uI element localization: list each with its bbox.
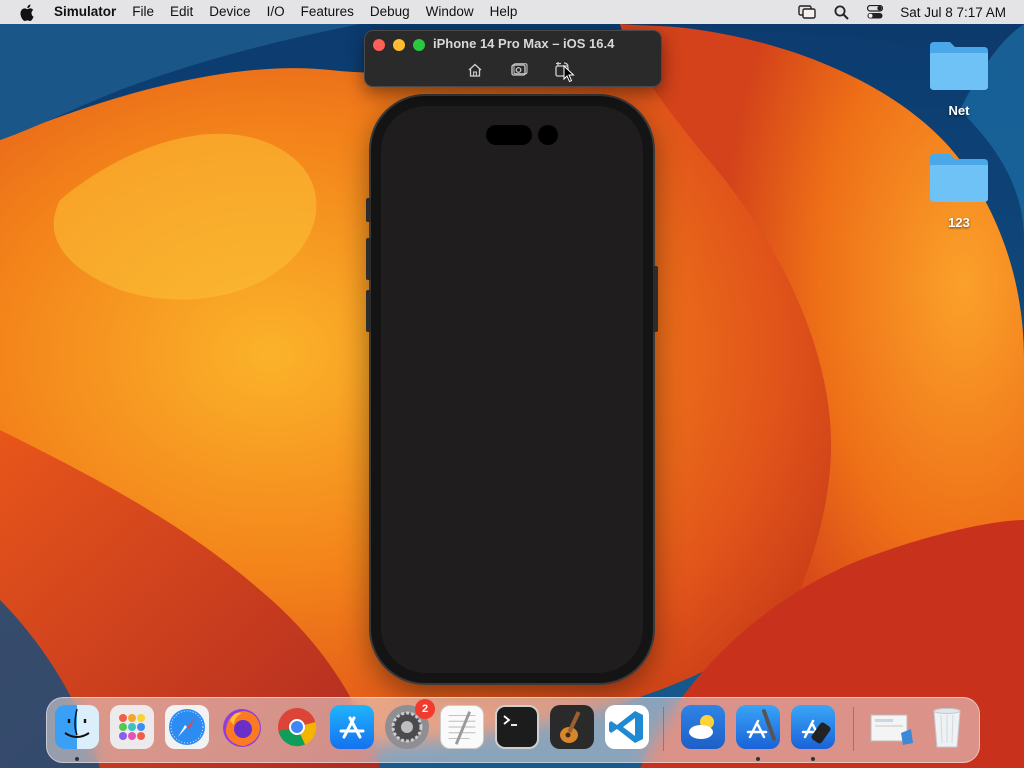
iphone-device-frame bbox=[366, 96, 658, 683]
spotlight-search-icon[interactable] bbox=[832, 3, 850, 21]
chrome-icon[interactable] bbox=[275, 705, 319, 749]
recent-documents-icon[interactable] bbox=[869, 705, 913, 749]
desktop-folder-net[interactable]: Net bbox=[919, 40, 999, 118]
safari-icon[interactable] bbox=[165, 705, 209, 749]
home-button[interactable] bbox=[464, 60, 486, 80]
close-window-button[interactable] bbox=[373, 39, 385, 51]
finder-icon[interactable] bbox=[55, 705, 99, 749]
menu-features[interactable]: Features bbox=[293, 0, 362, 24]
app-store-icon[interactable] bbox=[330, 705, 374, 749]
firefox-icon[interactable] bbox=[220, 705, 264, 749]
side-power-button bbox=[653, 266, 658, 332]
action-switch bbox=[366, 198, 371, 222]
running-indicator bbox=[75, 757, 79, 761]
dock: 2 bbox=[46, 697, 980, 763]
garageband-icon[interactable] bbox=[550, 705, 594, 749]
menu-window[interactable]: Window bbox=[418, 0, 482, 24]
folder-icon bbox=[930, 42, 988, 90]
folder-label: 123 bbox=[948, 215, 970, 230]
menu-io[interactable]: I/O bbox=[259, 0, 293, 24]
launchpad-icon[interactable] bbox=[110, 705, 154, 749]
simulator-window-toolbar: iPhone 14 Pro Max – iOS 16.4 bbox=[364, 30, 662, 87]
dock-separator bbox=[853, 707, 854, 751]
screen-mirroring-icon[interactable] bbox=[798, 3, 816, 21]
menu-app-name[interactable]: Simulator bbox=[48, 0, 124, 24]
front-camera bbox=[538, 125, 558, 145]
mouse-pointer-icon bbox=[563, 64, 575, 88]
menu-device[interactable]: Device bbox=[201, 0, 258, 24]
folder-label: Net bbox=[948, 103, 970, 118]
textedit-icon[interactable] bbox=[440, 705, 484, 749]
volume-down-button bbox=[366, 290, 371, 332]
vscode-icon[interactable] bbox=[605, 705, 649, 749]
terminal-icon[interactable] bbox=[495, 705, 539, 749]
dynamic-island bbox=[486, 125, 532, 145]
menu-file[interactable]: File bbox=[124, 0, 162, 24]
home-icon bbox=[468, 63, 482, 77]
xcode-icon[interactable] bbox=[736, 705, 780, 749]
screenshot-icon bbox=[510, 63, 527, 76]
running-indicator bbox=[811, 757, 815, 761]
menu-debug[interactable]: Debug bbox=[362, 0, 418, 24]
menubar-clock[interactable]: Sat Jul 8 7:17 AM bbox=[900, 5, 1006, 20]
simulator-icon[interactable] bbox=[791, 705, 835, 749]
dock-separator bbox=[663, 707, 664, 751]
apple-menu-icon[interactable] bbox=[18, 3, 36, 21]
simulator-screen[interactable] bbox=[381, 106, 643, 673]
desktop-folder-123[interactable]: 123 bbox=[919, 152, 999, 230]
trash-icon[interactable] bbox=[925, 705, 969, 749]
weather-icon[interactable] bbox=[681, 705, 725, 749]
menu-help[interactable]: Help bbox=[482, 0, 526, 24]
menu-edit[interactable]: Edit bbox=[162, 0, 201, 24]
system-settings-icon[interactable]: 2 bbox=[385, 699, 435, 749]
zoom-window-button[interactable] bbox=[413, 39, 425, 51]
screenshot-button[interactable] bbox=[508, 60, 530, 80]
notification-badge: 2 bbox=[415, 699, 435, 719]
simulator-window-title: iPhone 14 Pro Max – iOS 16.4 bbox=[433, 36, 615, 51]
minimize-window-button[interactable] bbox=[393, 39, 405, 51]
control-center-icon[interactable] bbox=[866, 3, 884, 21]
running-indicator bbox=[756, 757, 760, 761]
menu-bar: Simulator File Edit Device I/O Features … bbox=[0, 0, 1024, 24]
folder-icon bbox=[930, 154, 988, 202]
volume-up-button bbox=[366, 238, 371, 280]
